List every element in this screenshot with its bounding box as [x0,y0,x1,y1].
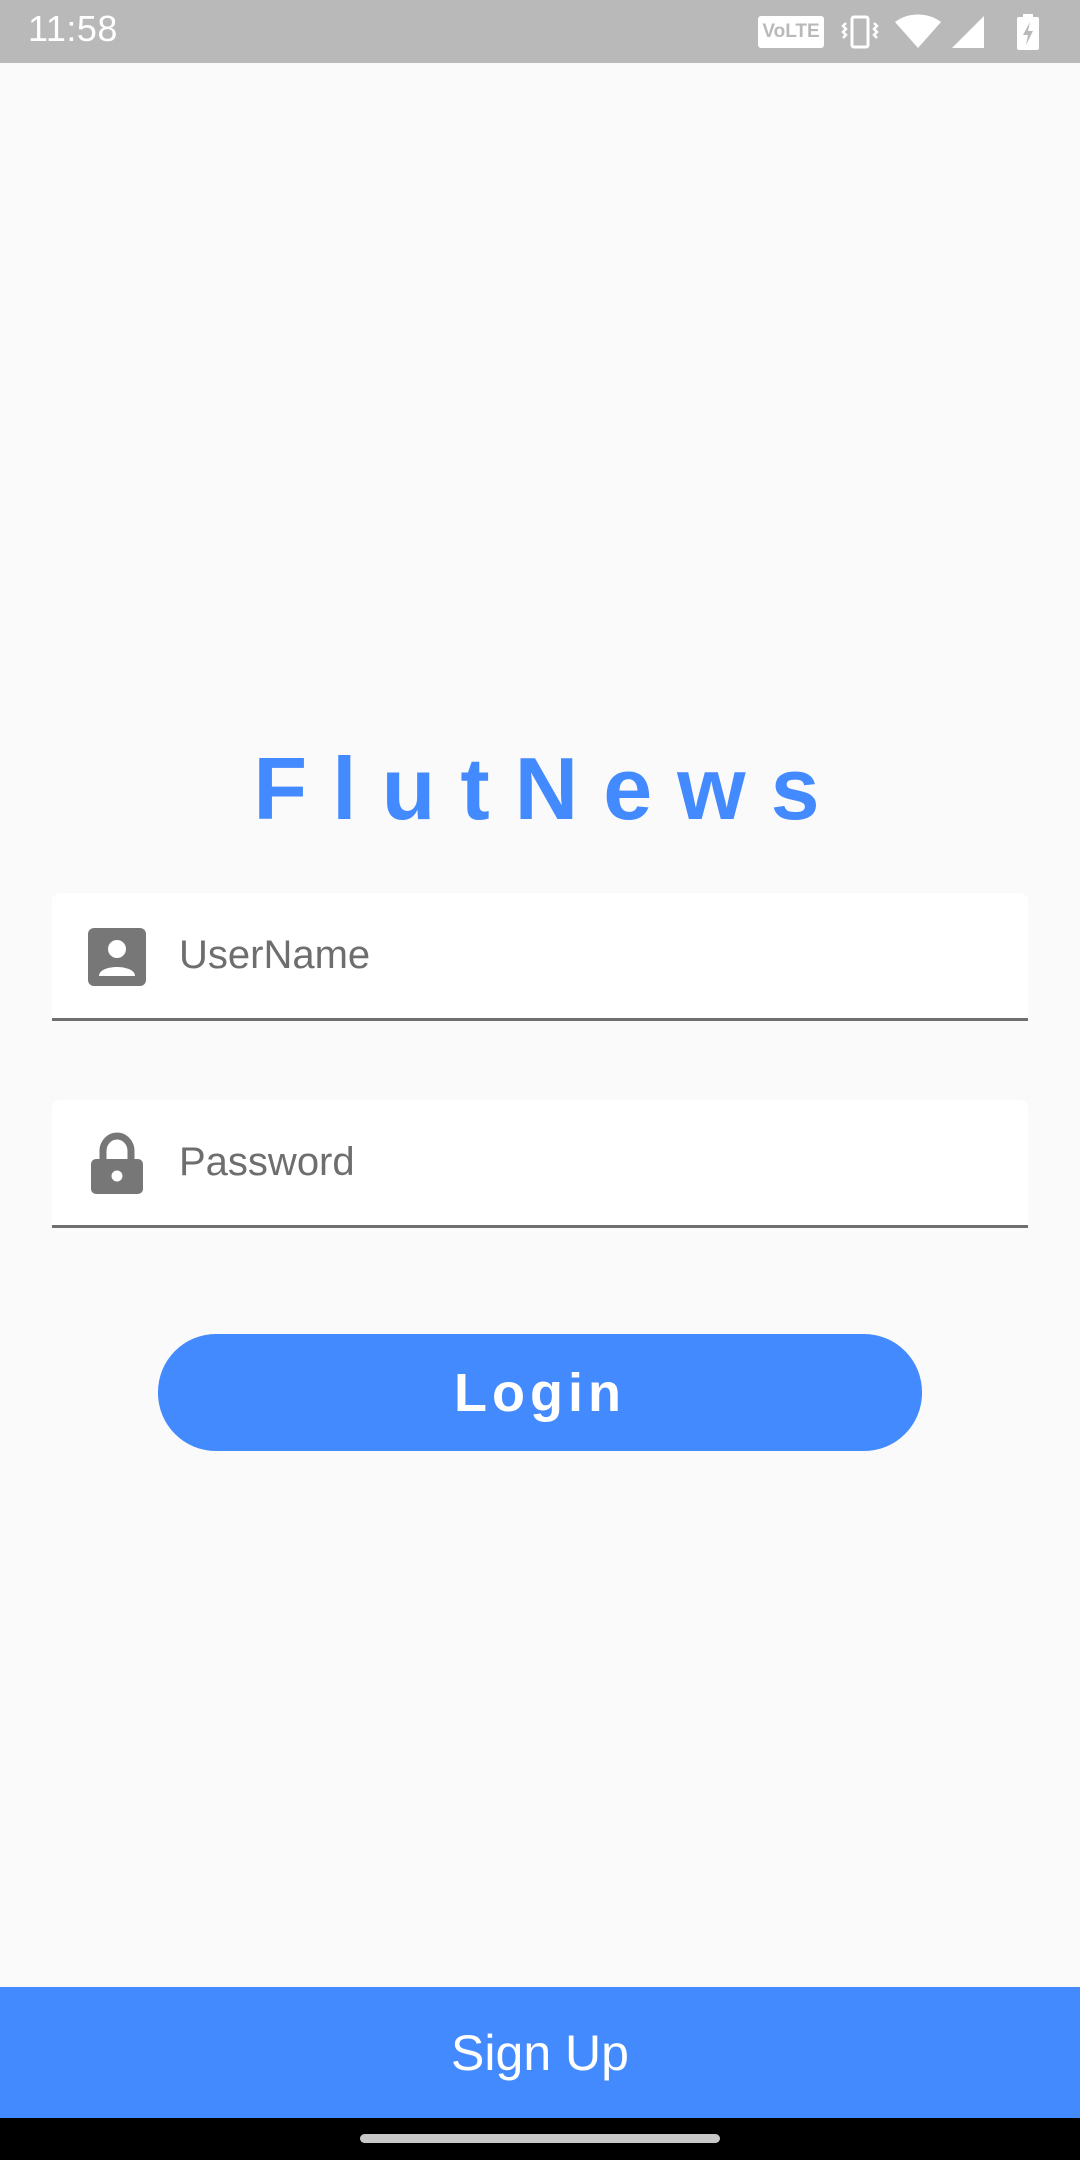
login-button[interactable]: Login [158,1334,922,1451]
username-input[interactable] [179,893,999,1018]
app-title: FlutNews [253,739,845,838]
volte-icon: VoLTE [758,16,824,48]
wifi-icon [895,14,941,48]
home-gesture-handle[interactable] [360,2134,720,2143]
password-field[interactable] [52,1100,1028,1228]
username-field[interactable] [52,893,1028,1021]
status-time: 11:58 [28,8,118,49]
vibrate-icon [841,15,879,49]
battery-charging-icon [1017,14,1039,50]
status-icons: VoLTE [758,14,1056,50]
signal-icon [952,16,984,48]
signup-button[interactable]: Sign Up [0,1987,1080,2118]
lock-icon [91,1132,143,1194]
status-bar: 11:58 VoLTE [0,0,1080,63]
account-box-icon [88,928,146,986]
password-input[interactable] [179,1100,999,1225]
navigation-bar [0,2118,1080,2160]
